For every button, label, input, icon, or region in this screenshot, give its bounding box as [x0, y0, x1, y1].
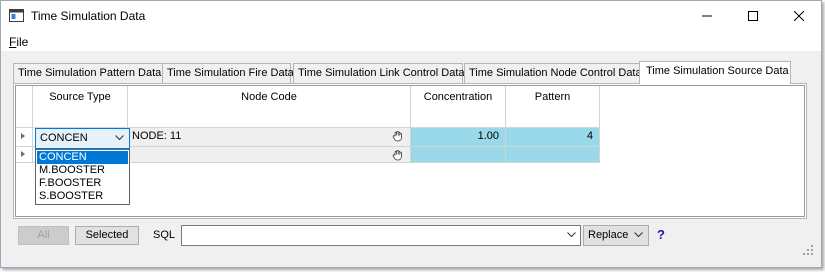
chevron-down-icon [634, 232, 643, 238]
row-pointer-icon [21, 151, 25, 157]
menu-bar: File [1, 31, 821, 51]
resize-grip-icon[interactable] [803, 245, 813, 255]
column-header-node-code[interactable]: Node Code [128, 86, 411, 128]
maximize-icon [748, 11, 758, 21]
chevron-down-icon[interactable] [115, 135, 124, 141]
close-button[interactable] [776, 1, 822, 31]
replace-select[interactable]: Replace [583, 225, 649, 246]
main-window: Time Simulation Data File Time Simulatio… [0, 0, 822, 268]
chevron-down-icon[interactable] [567, 232, 576, 238]
cell-concentration-1[interactable]: 1.00 [411, 128, 506, 147]
menu-file-label: ile [16, 35, 29, 49]
bottom-toolbar: All Selected SQL Replace ? [1, 221, 821, 269]
cell-pattern-2[interactable] [506, 147, 600, 163]
source-type-dropdown: CONCEN M.BOOSTER F.BOOSTER S.BOOSTER [35, 149, 130, 205]
close-icon [794, 11, 804, 21]
source-type-combo[interactable]: CONCEN [35, 128, 130, 149]
dropdown-option-concen[interactable]: CONCEN [37, 151, 128, 164]
row-selector-1[interactable] [16, 128, 33, 147]
window-title: Time Simulation Data [31, 9, 146, 23]
title-bar[interactable]: Time Simulation Data [1, 1, 821, 31]
column-header-concentration[interactable]: Concentration [411, 86, 506, 128]
all-button[interactable]: All [18, 226, 69, 245]
minimize-button[interactable] [684, 1, 730, 31]
dropdown-option-f-booster[interactable]: F.BOOSTER [37, 177, 128, 190]
menu-file[interactable]: File [9, 35, 28, 49]
sql-combo[interactable] [181, 225, 581, 246]
tab-panel: Source Type Node Code Concentration Patt… [13, 83, 807, 219]
selected-button[interactable]: Selected [75, 226, 139, 245]
source-type-value: CONCEN [40, 132, 88, 144]
dropdown-option-m-booster[interactable]: M.BOOSTER [37, 164, 128, 177]
source-data-grid[interactable]: Source Type Node Code Concentration Patt… [15, 85, 805, 217]
row-pointer-icon [21, 133, 25, 139]
replace-value: Replace [588, 229, 629, 241]
tab-fire-data[interactable]: Time Simulation Fire Data [162, 63, 294, 83]
node-code-value: NODE: 11 [132, 130, 182, 142]
cell-pattern-1[interactable]: 4 [506, 128, 600, 147]
minimize-icon [702, 15, 712, 17]
tab-node-control-data[interactable]: Time Simulation Node Control Data [464, 63, 642, 83]
cell-concentration-2[interactable] [411, 147, 506, 163]
tab-source-data[interactable]: Time Simulation Source Data [639, 61, 791, 84]
app-window-icon [9, 9, 24, 22]
tab-link-control-data[interactable]: Time Simulation Link Control Data [293, 63, 465, 83]
column-header-pattern[interactable]: Pattern [506, 86, 600, 128]
row-header-corner [16, 86, 33, 128]
column-header-source-type[interactable]: Source Type [33, 86, 128, 128]
hand-pointer-icon[interactable] [392, 130, 404, 142]
row-selector-2[interactable] [16, 147, 33, 163]
help-icon[interactable]: ? [657, 227, 665, 242]
tab-pattern-data[interactable]: Time Simulation Pattern Data [13, 63, 163, 83]
dropdown-option-s-booster[interactable]: S.BOOSTER [37, 190, 128, 203]
cell-node-code-1[interactable]: NODE: 11 [128, 128, 411, 147]
sql-label: SQL [153, 229, 176, 241]
cell-node-code-2[interactable] [128, 147, 411, 163]
maximize-button[interactable] [730, 1, 776, 31]
hand-pointer-icon[interactable] [392, 149, 404, 161]
